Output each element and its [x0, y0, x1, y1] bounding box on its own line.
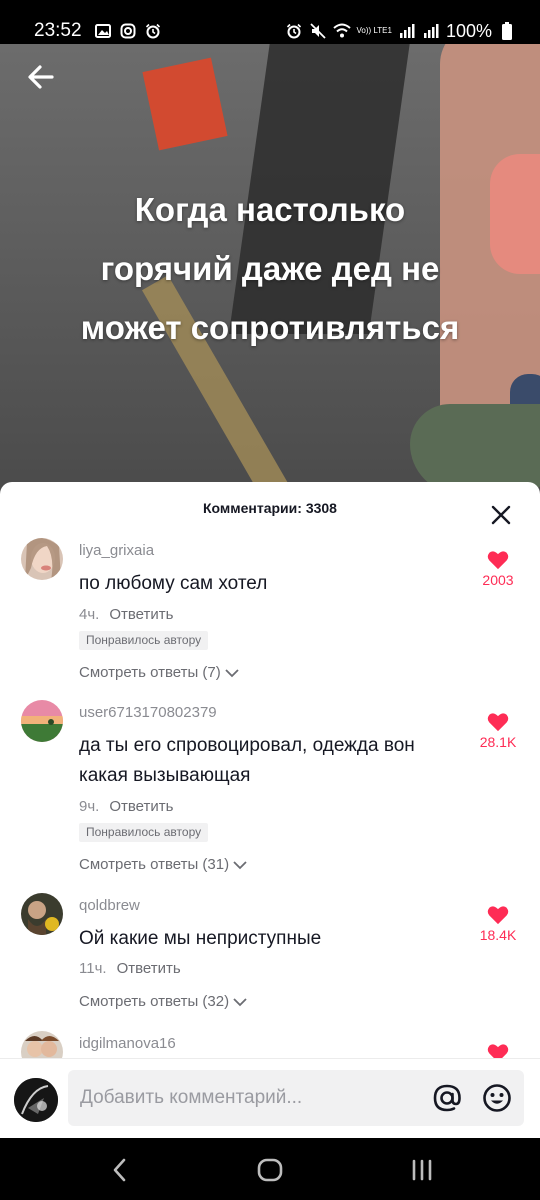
video-player[interactable]: Когда настолько горячий даже дед не може… [0, 44, 540, 504]
view-replies-button[interactable]: Смотреть ответы (31) [79, 856, 248, 873]
like-count: 18.4K [479, 927, 517, 943]
view-replies-label: Смотреть ответы (7) [79, 664, 221, 681]
avatar[interactable] [21, 538, 63, 580]
view-replies-button[interactable]: Смотреть ответы (7) [79, 664, 240, 681]
nav-back-icon[interactable] [106, 1156, 134, 1184]
liked-by-creator-badge: Понравилось автору [79, 823, 209, 842]
battery-icon [498, 22, 516, 40]
view-replies-button[interactable]: Смотреть ответы (32) [79, 993, 248, 1010]
heart-icon [487, 551, 509, 570]
back-arrow-icon[interactable] [24, 60, 58, 94]
system-nav-bar [0, 1138, 540, 1200]
liked-by-creator-badge: Понравилось автору [79, 631, 209, 650]
comment-meta: 9ч. Ответить [79, 798, 173, 815]
alarm-icon [144, 22, 162, 40]
mute-icon [309, 22, 327, 40]
avatar[interactable] [21, 700, 63, 742]
caption-line: может сопротивляться [80, 309, 460, 346]
comment-time: 9ч. [79, 798, 100, 815]
instagram-icon [119, 22, 137, 40]
video-frame-shape [410, 404, 540, 494]
reply-button[interactable]: Ответить [109, 798, 173, 815]
like-count: 28.1K [479, 734, 517, 750]
reply-button[interactable]: Ответить [117, 960, 181, 977]
view-replies-label: Смотреть ответы (31) [79, 856, 230, 873]
reply-button[interactable]: Ответить [109, 606, 173, 623]
gallery-icon [94, 22, 112, 40]
my-avatar[interactable] [14, 1078, 58, 1122]
nav-home-icon[interactable] [256, 1156, 284, 1184]
view-replies-label: Смотреть ответы (32) [79, 993, 230, 1010]
alarm-icon [285, 22, 303, 40]
heart-icon [487, 906, 509, 925]
comments-title: Комментарии: 3308 [203, 500, 337, 516]
heart-icon [487, 713, 509, 732]
like-button[interactable]: 18.4K [468, 905, 528, 945]
signal-icon [398, 22, 416, 40]
emoji-icon[interactable] [482, 1083, 512, 1113]
comments-header: Комментарии: 3308 [0, 482, 540, 534]
comment-input[interactable] [80, 1070, 420, 1126]
comment-username[interactable]: user6713170802379 [79, 704, 217, 721]
comment-text: по любому сам хотел [79, 573, 268, 594]
chevron-down-icon [233, 997, 247, 1006]
mention-icon[interactable] [432, 1083, 462, 1113]
signal-icon [422, 22, 440, 40]
like-button[interactable]: 2003 [468, 550, 528, 590]
comment-input-container [68, 1070, 524, 1126]
nav-recents-icon[interactable] [408, 1156, 436, 1184]
video-caption: Когда настолько горячий даже дед не може… [20, 180, 520, 357]
status-time: 23:52 [34, 20, 82, 41]
comment-username[interactable]: liya_grixaia [79, 542, 154, 559]
chevron-down-icon [233, 860, 247, 869]
wifi-icon [332, 22, 351, 40]
comment-meta: 11ч. Ответить [79, 960, 181, 977]
volte-icon: Vo)) LTE1 [356, 26, 392, 35]
video-frame-shape [142, 57, 228, 151]
comments-sheet: Комментарии: 3308 liya_grixaia по любому… [0, 482, 540, 1138]
comment-text: да ты его спровоцировал, одежда вон кака… [79, 735, 415, 786]
chevron-down-icon [225, 668, 239, 677]
close-icon[interactable] [490, 504, 512, 526]
caption-line: горячий даже дед не [100, 250, 440, 287]
comment-text: Ой какие мы неприступные [79, 928, 322, 949]
comment-meta: 4ч. Ответить [79, 606, 173, 623]
avatar[interactable] [21, 893, 63, 935]
like-count: 2003 [482, 572, 514, 588]
comment-username[interactable]: qoldbrew [79, 897, 140, 914]
comment-time: 11ч. [79, 960, 107, 977]
comment-time: 4ч. [79, 606, 100, 623]
like-button[interactable]: 28.1K [468, 712, 528, 752]
caption-line: Когда настолько [134, 191, 406, 228]
comment-input-bar [0, 1058, 540, 1138]
comment-username[interactable]: idgilmanova16 [79, 1035, 176, 1052]
battery-level: 100% [445, 20, 492, 41]
